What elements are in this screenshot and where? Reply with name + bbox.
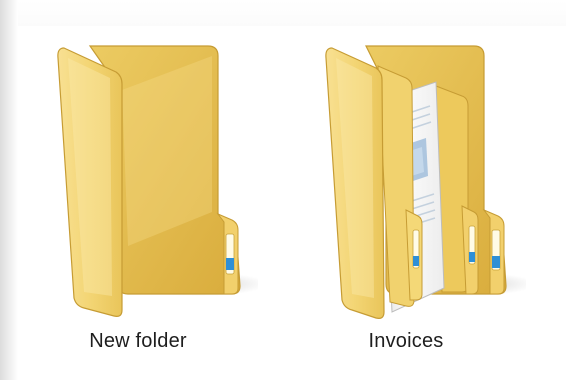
file-item-new-folder[interactable]: New folder bbox=[18, 26, 258, 380]
file-item-label: New folder bbox=[89, 330, 187, 352]
file-item-label: Invoices bbox=[368, 330, 444, 352]
navigation-pane-border bbox=[0, 0, 18, 380]
empty-folder-icon bbox=[18, 26, 258, 326]
explorer-window: New folder Invoices bbox=[0, 0, 566, 380]
file-list-pane: New folder Invoices bbox=[18, 26, 566, 380]
file-item-invoices[interactable]: Invoices bbox=[286, 26, 526, 380]
window-top-edge bbox=[0, 0, 566, 26]
folder-with-documents-icon bbox=[286, 26, 526, 326]
